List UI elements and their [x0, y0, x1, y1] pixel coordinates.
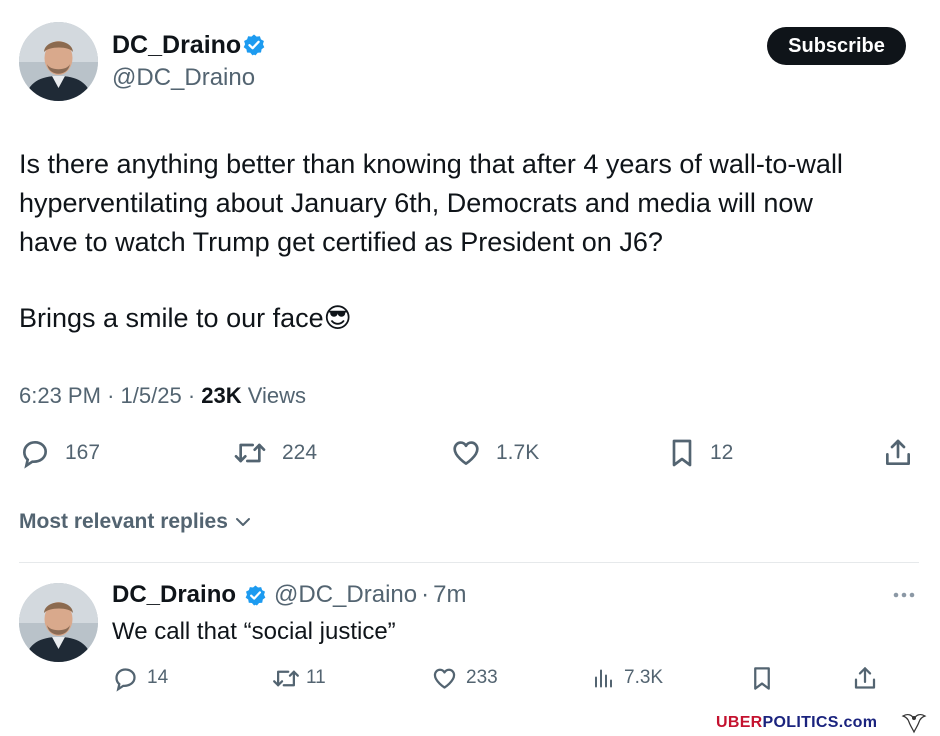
tweet-text-line: have to watch Trump get certified as Pre… — [19, 227, 663, 257]
reply-count: 167 — [65, 441, 101, 464]
watermark-suffix: .com — [838, 714, 878, 731]
reply-reply-action[interactable]: 14 — [112, 664, 168, 692]
reply-icon — [22, 440, 48, 469]
tweet-text-content: Brings a smile to our face — [19, 303, 324, 333]
tweet-meta: 6:23 PM · 1/5/25 · 23K Views — [19, 383, 306, 409]
reply-like-count: 233 — [466, 667, 498, 688]
repost-count: 224 — [282, 441, 318, 464]
tweet-text: Is there anything better than knowing th… — [19, 145, 919, 262]
reply-header: DC_Draino @DC_Draino · 7m — [112, 580, 466, 610]
reply-repost-action[interactable]: 11 — [271, 664, 326, 692]
tweet-text-line: Is there anything better than knowing th… — [19, 149, 843, 179]
tweet-date[interactable]: 1/5/25 — [121, 383, 182, 408]
author-name-text[interactable]: DC_Draino — [112, 31, 241, 59]
meta-separator: · — [187, 383, 196, 408]
watermark-blue: POLITICS — [762, 714, 839, 731]
share-action[interactable] — [883, 437, 913, 469]
reply-like-action[interactable]: 233 — [431, 664, 498, 692]
replies-sort-label: Most relevant replies — [19, 510, 228, 533]
bookmark-icon — [672, 439, 692, 467]
replies-sort-dropdown[interactable]: Most relevant replies — [19, 508, 254, 536]
bookmark-icon — [754, 666, 770, 690]
divider — [19, 562, 919, 563]
watermark: UBERPOLITICS.com — [716, 714, 877, 732]
heart-icon — [433, 668, 456, 689]
share-icon — [886, 439, 911, 465]
bookmark-action[interactable]: 12 — [668, 437, 733, 469]
verified-badge-icon — [244, 584, 267, 607]
reply-author-name[interactable]: DC_Draino — [112, 580, 236, 610]
eagle-logo-icon — [900, 710, 928, 734]
verified-badge-icon — [242, 33, 266, 57]
more-icon — [893, 592, 915, 598]
subscribe-button[interactable]: Subscribe — [767, 27, 906, 65]
reply-author-handle[interactable]: @DC_Draino — [274, 580, 417, 610]
meta-separator: · — [107, 383, 115, 408]
meta-separator: · — [421, 581, 430, 608]
tweet-time[interactable]: 6:23 PM — [19, 383, 101, 408]
reply-repost-count: 11 — [306, 667, 326, 688]
views-count: 23K — [201, 383, 242, 408]
reply-action[interactable]: 167 — [19, 437, 100, 469]
reply-views-count: 7.3K — [624, 667, 664, 688]
tweet-text-line: Brings a smile to our face😎 — [19, 299, 919, 338]
author-handle[interactable]: @DC_Draino — [112, 63, 255, 93]
like-action[interactable]: 1.7K — [450, 437, 539, 469]
views-label: Views — [247, 383, 307, 408]
repost-icon — [234, 443, 266, 463]
reply-age[interactable]: 7m — [433, 580, 466, 610]
watermark-red: UBER — [716, 714, 763, 731]
views-icon — [595, 669, 612, 687]
repost-action[interactable]: 224 — [232, 437, 317, 469]
reply-text: We call that “social justice” — [112, 618, 396, 645]
author-name[interactable]: DC_Draino — [112, 30, 241, 60]
reply-author-avatar[interactable] — [19, 583, 98, 662]
author-avatar[interactable] — [19, 22, 98, 101]
sunglasses-emoji: 😎 — [323, 303, 352, 333]
tweet-text-line: hyperventilating about January 6th, Demo… — [19, 188, 813, 218]
reply-icon — [115, 667, 136, 692]
repost-icon — [273, 670, 299, 686]
like-count: 1.7K — [496, 441, 540, 464]
reply-bookmark-action[interactable] — [750, 664, 774, 692]
reply-share-action[interactable] — [852, 664, 878, 692]
chevron-down-icon — [235, 518, 250, 526]
reply-views-action[interactable]: 7.3K — [592, 664, 663, 692]
heart-icon — [453, 441, 479, 465]
more-options-button[interactable] — [890, 586, 918, 604]
reply-reply-count: 14 — [147, 667, 169, 688]
bookmark-count: 12 — [710, 441, 734, 464]
share-icon — [854, 666, 876, 689]
